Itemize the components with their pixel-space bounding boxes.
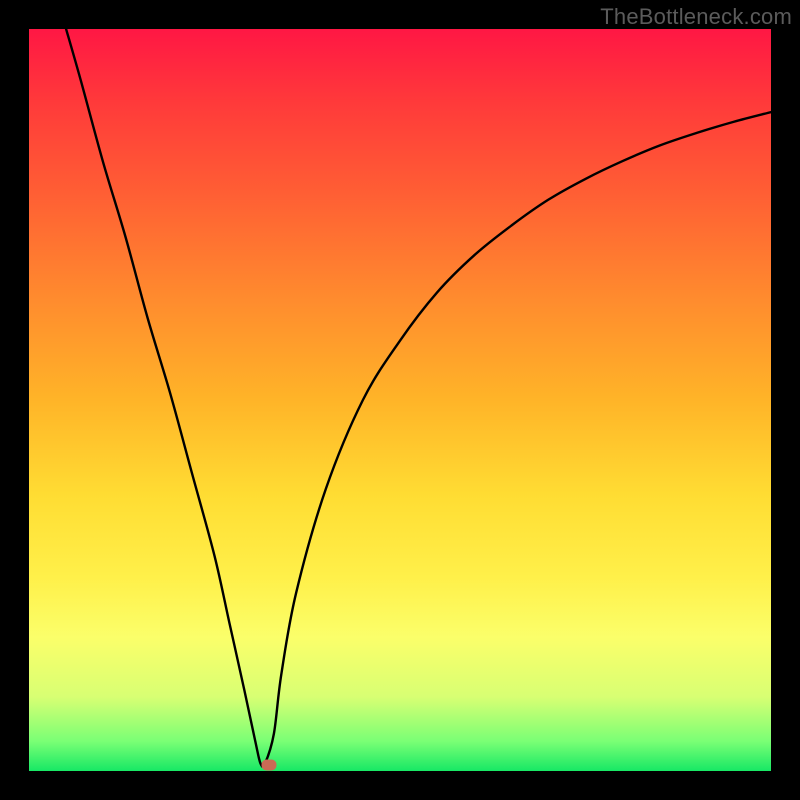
watermark-text: TheBottleneck.com: [600, 4, 792, 30]
bottleneck-curve: [29, 29, 771, 771]
min-marker-dot: [261, 760, 276, 771]
plot-area: [29, 29, 771, 771]
